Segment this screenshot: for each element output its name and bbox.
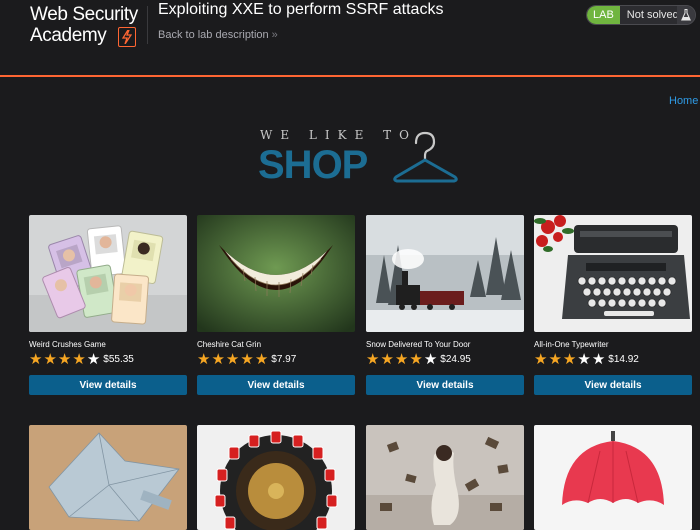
star-empty-icon: ★: [577, 349, 591, 368]
double-chevron-right-icon: »: [271, 29, 278, 41]
product-price: $7.97: [271, 353, 297, 365]
lab-status-text: Not solved: [626, 9, 679, 21]
star-filled-icon: ★: [43, 349, 57, 368]
star-filled-icon: ★: [29, 349, 43, 368]
star-filled-icon: ★: [240, 349, 254, 368]
product-name: Snow Delivered To Your Door: [366, 340, 471, 349]
product-image[interactable]: [197, 425, 355, 530]
home-link[interactable]: Home: [669, 95, 698, 107]
header-divider: [147, 6, 148, 44]
lab-status-widget: LAB Not solved: [586, 5, 696, 25]
product-price: $24.95: [440, 353, 471, 365]
product-image[interactable]: [534, 425, 692, 530]
product-name: Cheshire Cat Grin: [197, 340, 262, 349]
product-image[interactable]: [366, 215, 524, 332]
view-details-button[interactable]: View details: [366, 375, 524, 395]
star-rating: ★ ★ ★ ★ ★ $14.92: [534, 351, 639, 367]
product-price: $55.35: [103, 353, 134, 365]
star-filled-icon: ★: [409, 349, 423, 368]
star-filled-icon: ★: [394, 349, 409, 368]
product-image[interactable]: [29, 425, 187, 530]
logo-line2: Academy: [30, 25, 107, 46]
star-filled-icon: ★: [197, 349, 211, 368]
view-details-button[interactable]: View details: [197, 375, 355, 395]
star-filled-icon: ★: [57, 349, 72, 368]
star-filled-icon: ★: [254, 349, 269, 368]
product-name: All-in-One Typewriter: [534, 340, 609, 349]
flask-icon: [677, 6, 695, 24]
product-image[interactable]: [29, 215, 187, 332]
lab-title: Exploiting XXE to perform SSRF attacks: [158, 1, 444, 18]
star-filled-icon: ★: [380, 349, 394, 368]
academy-logo[interactable]: Web Security Academy: [30, 4, 140, 48]
lightning-bolt-icon: [118, 27, 136, 47]
hanger-icon: [393, 131, 458, 183]
star-filled-icon: ★: [225, 349, 240, 368]
banner-shop-word: SHOP: [258, 143, 368, 187]
view-details-button[interactable]: View details: [534, 375, 692, 395]
star-empty-icon: ★: [86, 349, 101, 368]
product-name: Weird Crushes Game: [29, 340, 106, 349]
back-link-label: Back to lab description: [158, 29, 269, 41]
star-filled-icon: ★: [366, 349, 380, 368]
logo-line1: Web Security: [30, 4, 138, 25]
lab-badge: LAB: [587, 6, 620, 24]
product-image[interactable]: [197, 215, 355, 332]
star-rating: ★ ★ ★ ★ ★ $24.95: [366, 351, 471, 367]
star-rating: ★ ★ ★ ★ ★ $7.97: [197, 351, 296, 367]
shop-banner: WE LIKE TO SHOP: [258, 125, 468, 187]
star-filled-icon: ★: [72, 349, 86, 368]
star-rating: ★ ★ ★ ★ ★ $55.35: [29, 351, 134, 367]
view-details-button[interactable]: View details: [29, 375, 187, 395]
star-filled-icon: ★: [211, 349, 225, 368]
star-filled-icon: ★: [548, 349, 562, 368]
star-empty-icon: ★: [423, 349, 438, 368]
product-image[interactable]: [534, 215, 692, 332]
star-empty-icon: ★: [591, 349, 606, 368]
product-price: $14.92: [608, 353, 639, 365]
site-header: Web Security Academy Exploiting XXE to p…: [0, 0, 700, 77]
star-filled-icon: ★: [562, 349, 577, 368]
star-filled-icon: ★: [534, 349, 548, 368]
back-to-lab-description-link[interactable]: Back to lab description»: [158, 29, 278, 41]
product-image[interactable]: [366, 425, 524, 530]
